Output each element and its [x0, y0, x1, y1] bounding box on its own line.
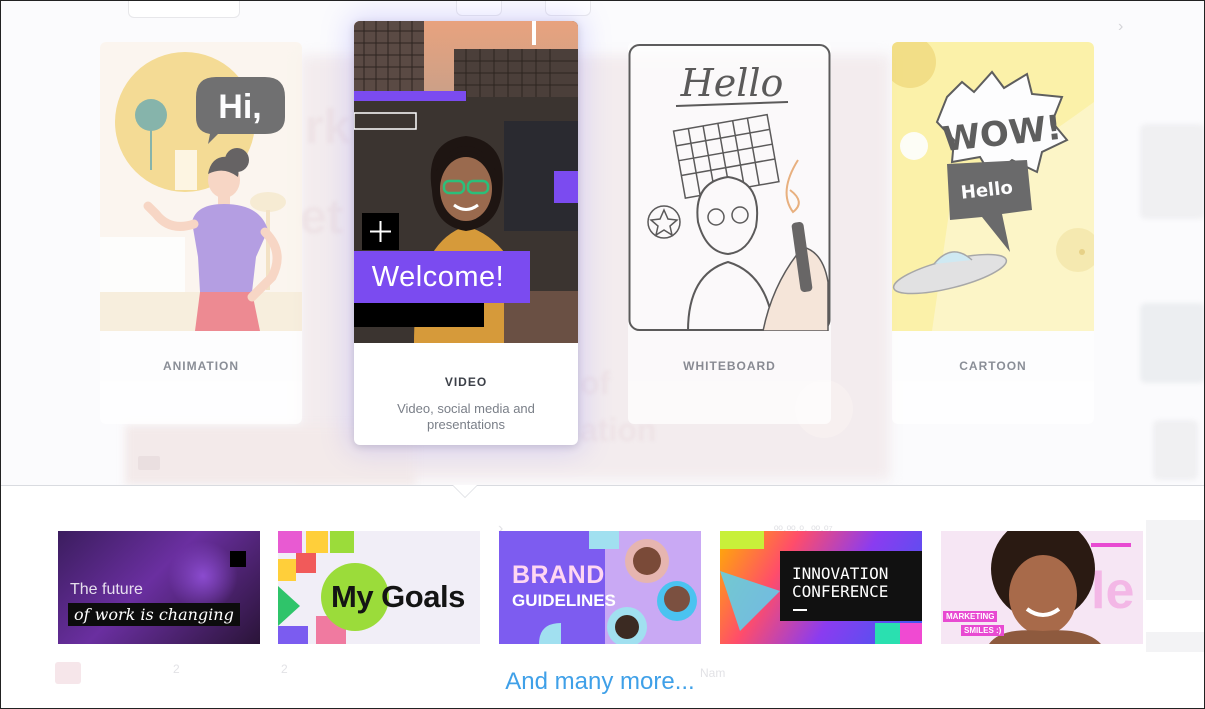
background-toolbar	[128, 0, 240, 18]
background-button	[545, 0, 591, 16]
background-thumb	[1140, 303, 1205, 383]
animation-illustration: Hi,	[100, 42, 302, 331]
template-thumb-future-of-work[interactable]: The future of work is changing	[58, 531, 260, 644]
thumb-text: GUIDELINES	[512, 591, 616, 610]
bubble-text: Hi,	[218, 88, 261, 126]
whiteboard-illustration: Hello	[628, 42, 831, 331]
thumb-text: My Goals	[331, 579, 465, 614]
style-label: ANIMATION	[162, 359, 240, 373]
thumb-text: of work is changing	[68, 603, 240, 626]
video-overlay-welcome: Welcome!	[354, 251, 530, 303]
background-text: rk	[305, 101, 351, 154]
section-divider	[0, 485, 1205, 486]
background-text: of	[580, 365, 611, 401]
thumb-text: INNOVATION CONFERENCE	[792, 564, 889, 601]
template-thumb-innovation-conference[interactable]: INNOVATION CONFERENCE	[720, 531, 922, 644]
style-label: WHITEBOARD	[683, 359, 776, 373]
template-thumb-brand-guidelines[interactable]: BRAND GUIDELINES	[499, 531, 701, 644]
background-thumb	[1140, 124, 1205, 219]
background-thumb	[1146, 632, 1205, 652]
background-text: et	[300, 191, 343, 244]
background-button	[456, 0, 502, 16]
camera-icon	[138, 456, 160, 470]
chevron-right-icon: ›	[1118, 18, 1124, 35]
whiteboard-hello-text: Hello	[680, 61, 784, 105]
style-label: VIDEO	[444, 375, 488, 389]
thumb-text: The future	[70, 581, 143, 598]
style-description: Video, social media and presentations	[397, 401, 535, 432]
template-thumb-my-goals[interactable]: My Goals	[278, 531, 480, 644]
style-card-cartoon[interactable]: WOW! Hello CARTOON	[892, 42, 1094, 424]
video-preview-image: Welcome!	[354, 21, 578, 343]
cartoon-illustration: WOW! Hello	[892, 42, 1094, 331]
background-thumb	[1146, 520, 1205, 600]
thumb-text: BRAND	[512, 561, 605, 589]
background-thumb	[1153, 420, 1198, 480]
template-thumb-marketing-smiles[interactable]: le MARKETING SMILES :)	[941, 531, 1143, 644]
thumb-badge: SMILES :)	[961, 625, 1005, 636]
style-card-video[interactable]: Welcome! VIDEO Video, social media and p…	[354, 21, 578, 445]
style-card-whiteboard[interactable]: Hello WHITEBOARD	[628, 42, 831, 424]
style-label: CARTOON	[959, 359, 1027, 373]
and-many-more-link[interactable]: And many more...	[0, 668, 1200, 696]
style-card-animation[interactable]: Hi, ANIMATION	[100, 42, 302, 424]
thumb-badge: MARKETING	[943, 611, 998, 622]
